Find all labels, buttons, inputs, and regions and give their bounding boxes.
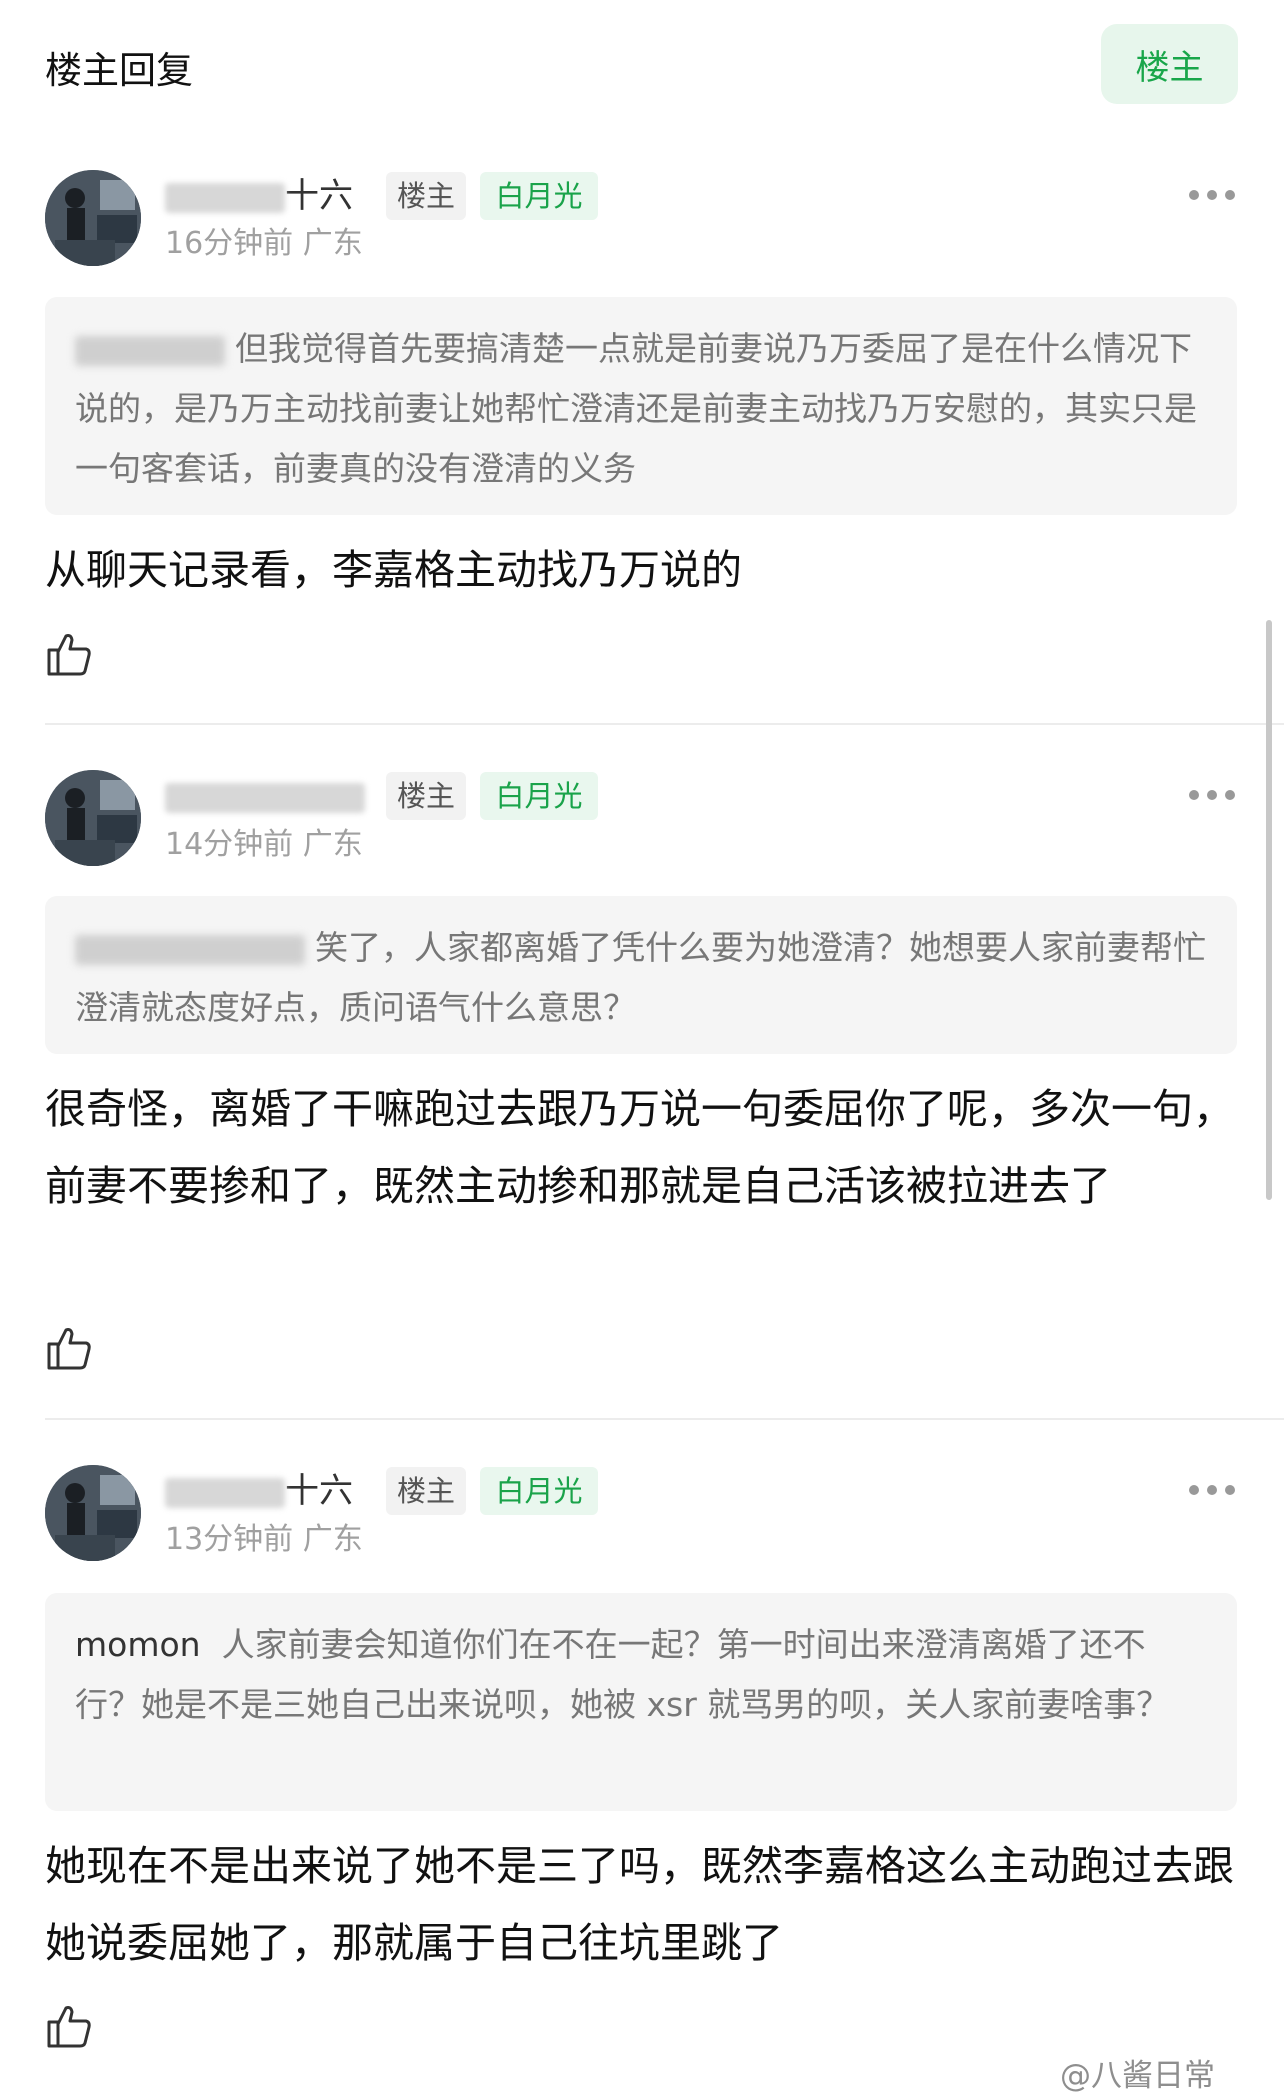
watermark: @八酱日常	[1060, 2058, 1215, 2094]
avatar[interactable]	[45, 1465, 141, 1561]
header: 楼主回复 楼主	[0, 0, 1284, 130]
badge-tag: 白月光	[480, 172, 598, 220]
comment-meta: 16分钟前 广东	[165, 226, 363, 261]
comment-body: 很奇怪，离婚了干嘛跑过去跟乃万说一句委屈你了呢，多次一句，前妻不要掺和了，既然主…	[45, 1085, 1234, 1210]
quoted-text: 人家前妻会知道你们在不在一起？第一时间出来澄清离婚了还不行？她是不是三她自己出来…	[75, 1625, 1170, 1724]
quoted-username[interactable]: momon	[75, 1625, 201, 1664]
divider	[45, 723, 1284, 725]
username[interactable]: 十六	[165, 1467, 353, 1515]
op-tag: 楼主	[386, 772, 466, 820]
page-title: 楼主回复	[45, 49, 193, 92]
comment-meta: 13分钟前 广东	[165, 1522, 363, 1557]
op-tag: 楼主	[386, 172, 466, 220]
thumbs-up-icon[interactable]	[45, 1324, 93, 1372]
quoted-text: 但我觉得首先要搞清楚一点就是前妻说乃万委屈了是在什么情况下说的，是乃万主动找前妻…	[75, 329, 1197, 488]
thumbs-up-icon[interactable]	[45, 2002, 93, 2050]
username-redacted	[165, 782, 365, 813]
badge-tag: 白月光	[480, 1467, 598, 1515]
comment-body: 从聊天记录看，李嘉格主动找乃万说的	[45, 546, 742, 594]
more-icon[interactable]	[1189, 790, 1235, 802]
username-redacted	[165, 1477, 285, 1508]
divider	[45, 1418, 1284, 1420]
thumbs-up-icon[interactable]	[45, 630, 93, 678]
comment-meta: 14分钟前 广东	[165, 827, 363, 862]
username-text: 十六	[285, 1471, 353, 1511]
username-redacted	[165, 182, 285, 213]
comment-body: 她现在不是出来说了她不是三了吗，既然李嘉格这么主动跑过去跟她说委屈她了，那就属于…	[45, 1842, 1234, 1967]
more-icon[interactable]	[1189, 1485, 1235, 1497]
op-tag: 楼主	[386, 1467, 466, 1515]
username[interactable]	[165, 772, 365, 820]
username-text: 十六	[285, 176, 353, 216]
scrollbar[interactable]	[1266, 620, 1272, 1200]
quoted-username-redacted	[75, 934, 305, 965]
badge-tag: 白月光	[480, 772, 598, 820]
quoted-reply[interactable]: momon 人家前妻会知道你们在不在一起？第一时间出来澄清离婚了还不行？她是不是…	[45, 1593, 1237, 1811]
avatar[interactable]	[45, 770, 141, 866]
more-icon[interactable]	[1189, 190, 1235, 202]
quoted-reply[interactable]: 笑了，人家都离婚了凭什么要为她澄清？她想要人家前妻帮忙澄清就态度好点，质问语气什…	[45, 896, 1237, 1054]
op-filter-button[interactable]: 楼主	[1101, 24, 1238, 104]
quoted-reply[interactable]: 但我觉得首先要搞清楚一点就是前妻说乃万委屈了是在什么情况下说的，是乃万主动找前妻…	[45, 297, 1237, 515]
quoted-username-redacted	[75, 335, 225, 366]
avatar[interactable]	[45, 170, 141, 266]
username[interactable]: 十六	[165, 172, 353, 220]
